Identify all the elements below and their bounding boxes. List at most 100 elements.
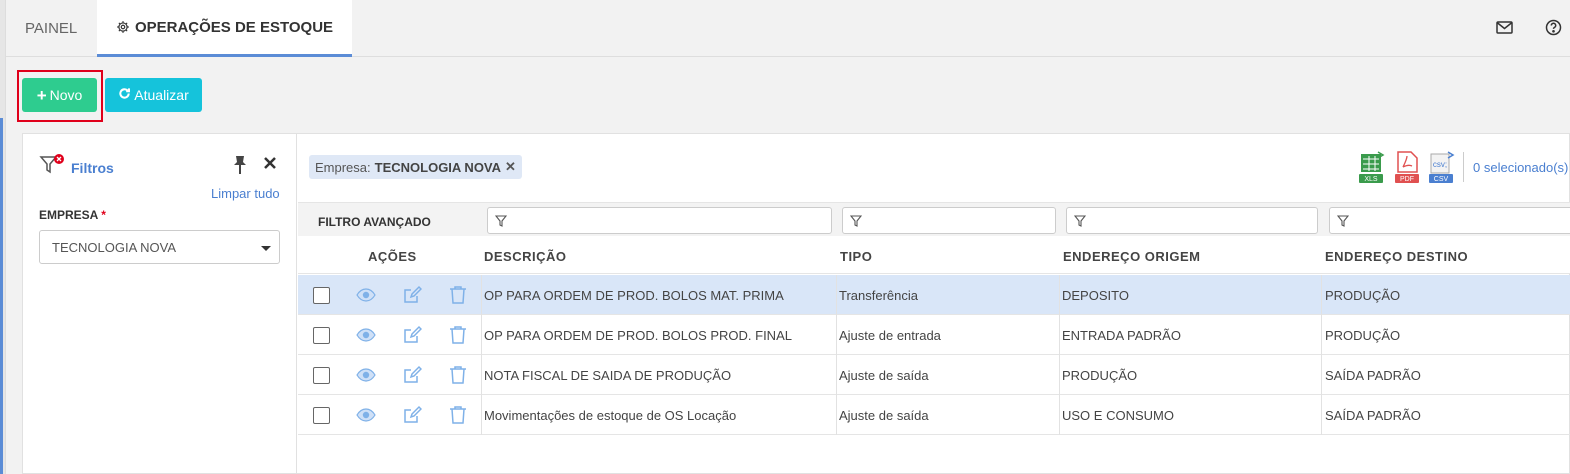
view-icon[interactable] bbox=[356, 365, 376, 385]
delete-icon[interactable] bbox=[448, 285, 468, 305]
delete-icon[interactable] bbox=[448, 405, 468, 425]
tab-operacoes-estoque[interactable]: OPERAÇÕES DE ESTOQUE bbox=[97, 0, 352, 57]
pin-icon[interactable] bbox=[231, 155, 249, 178]
cell-divider bbox=[1059, 395, 1060, 435]
view-icon[interactable] bbox=[356, 325, 376, 345]
cell-descricao: OP PARA ORDEM DE PROD. BOLOS MAT. PRIMA bbox=[484, 287, 784, 303]
cell-divider bbox=[836, 275, 837, 315]
empresa-select[interactable]: TECNOLOGIA NOVA bbox=[39, 230, 280, 264]
cell-destino: PRODUÇÃO bbox=[1325, 287, 1401, 303]
main-panel: Filtros Limpar tudo EMPRESA * TECNOLOGIA… bbox=[22, 133, 1570, 474]
tab-operacoes-label: OPERAÇÕES DE ESTOQUE bbox=[134, 18, 334, 36]
cell-divider bbox=[1059, 355, 1060, 395]
col-descricao[interactable]: DESCRIÇÃO bbox=[484, 249, 567, 264]
delete-icon[interactable] bbox=[448, 365, 468, 385]
xls-text: XLS bbox=[1364, 176, 1378, 183]
col-destino[interactable]: ENDEREÇO DESTINO bbox=[1325, 249, 1468, 264]
advanced-filter-label: FILTRO AVANÇADO bbox=[318, 215, 431, 229]
chevron-down-icon bbox=[261, 246, 271, 251]
cell-origem: ENTRADA PADRÃO bbox=[1062, 327, 1181, 343]
help-icon[interactable] bbox=[1543, 17, 1563, 37]
cell-destino: PRODUÇÃO bbox=[1325, 327, 1401, 343]
col-acoes: AÇÕES bbox=[368, 249, 417, 264]
tab-bar: PAINEL OPERAÇÕES DE ESTOQUE bbox=[6, 0, 1570, 57]
svg-text:csv;: csv; bbox=[1433, 160, 1447, 169]
cell-divider bbox=[1059, 315, 1060, 355]
filter-icon bbox=[1337, 215, 1349, 227]
empresa-select-value: TECNOLOGIA NOVA bbox=[52, 239, 177, 255]
cell-divider bbox=[1321, 275, 1322, 315]
filter-clear-icon[interactable] bbox=[39, 154, 65, 179]
export-divider bbox=[1463, 152, 1464, 182]
required-mark: * bbox=[101, 208, 106, 222]
csv-text: CSV bbox=[1434, 176, 1449, 183]
filter-icon bbox=[495, 215, 507, 227]
atualizar-button[interactable]: Atualizar bbox=[105, 78, 202, 112]
cell-divider bbox=[1321, 395, 1322, 435]
mail-icon[interactable] bbox=[1494, 17, 1514, 37]
cell-origem: DEPOSITO bbox=[1062, 287, 1129, 303]
cell-tipo: Transferência bbox=[839, 287, 918, 303]
descricao-filter-input[interactable] bbox=[487, 207, 832, 234]
chip-value: TECNOLOGIA NOVA bbox=[374, 159, 502, 175]
cell-divider bbox=[481, 315, 482, 355]
cell-destino: SAÍDA PADRÃO bbox=[1325, 367, 1421, 383]
table-row[interactable]: OP PARA ORDEM DE PROD. BOLOS PROD. FINAL… bbox=[298, 315, 1570, 355]
row-checkbox[interactable] bbox=[313, 287, 330, 304]
chip-remove-icon[interactable]: ✕ bbox=[505, 159, 516, 175]
atualizar-label: Atualizar bbox=[134, 87, 189, 103]
cell-divider bbox=[481, 395, 482, 435]
close-filters-icon[interactable] bbox=[263, 156, 277, 173]
pdf-text: PDF bbox=[1400, 176, 1414, 183]
destino-filter-input[interactable] bbox=[1329, 207, 1570, 234]
cell-tipo: Ajuste de entrada bbox=[839, 327, 941, 343]
row-checkbox[interactable] bbox=[313, 327, 330, 344]
highlight-box bbox=[17, 70, 103, 122]
edit-icon[interactable] bbox=[402, 405, 423, 425]
delete-icon[interactable] bbox=[448, 325, 468, 345]
empresa-label-text: EMPRESA bbox=[39, 208, 98, 222]
edit-icon[interactable] bbox=[402, 285, 423, 305]
view-icon[interactable] bbox=[356, 285, 376, 305]
table-header: AÇÕES DESCRIÇÃO TIPO ENDEREÇO ORIGEM END… bbox=[298, 236, 1570, 274]
content-area: Empresa: TECNOLOGIA NOVA ✕ XLS PDF csv; C… bbox=[298, 134, 1570, 474]
cell-divider bbox=[481, 355, 482, 395]
cell-tipo: Ajuste de saída bbox=[839, 367, 929, 383]
table-row[interactable]: NOTA FISCAL DE SAIDA DE PRODUÇÃO Ajuste … bbox=[298, 355, 1570, 395]
filter-chip[interactable]: Empresa: TECNOLOGIA NOVA ✕ bbox=[309, 155, 522, 179]
col-tipo[interactable]: TIPO bbox=[840, 249, 872, 264]
filters-sidebar: Filtros Limpar tudo EMPRESA * TECNOLOGIA… bbox=[23, 134, 297, 474]
cell-divider bbox=[1059, 275, 1060, 315]
cell-destino: SAÍDA PADRÃO bbox=[1325, 407, 1421, 423]
cell-divider bbox=[1321, 355, 1322, 395]
cell-tipo: Ajuste de saída bbox=[839, 407, 929, 423]
edit-icon[interactable] bbox=[402, 365, 423, 385]
left-edge-accent bbox=[0, 118, 3, 474]
cell-divider bbox=[481, 275, 482, 315]
edit-icon[interactable] bbox=[402, 325, 423, 345]
advanced-filter-row: FILTRO AVANÇADO bbox=[298, 202, 1570, 236]
clear-all-link[interactable]: Limpar tudo bbox=[211, 186, 280, 201]
row-checkbox[interactable] bbox=[313, 407, 330, 424]
tab-painel[interactable]: PAINEL bbox=[25, 0, 77, 57]
cell-origem: PRODUÇÃO bbox=[1062, 367, 1138, 383]
cell-descricao: OP PARA ORDEM DE PROD. BOLOS PROD. FINAL bbox=[484, 327, 792, 343]
export-csv-icon[interactable]: csv; CSV bbox=[1428, 150, 1456, 184]
table-row[interactable]: Movimentações de estoque de OS Locação A… bbox=[298, 395, 1570, 435]
selected-count: 0 selecionado(s) bbox=[1473, 160, 1569, 175]
origem-filter-input[interactable] bbox=[1066, 207, 1318, 234]
export-xls-icon[interactable]: XLS bbox=[1358, 150, 1386, 184]
gear-icon bbox=[116, 20, 130, 34]
tipo-filter-input[interactable] bbox=[842, 207, 1056, 234]
filter-icon bbox=[1074, 215, 1086, 227]
filter-icon bbox=[850, 215, 862, 227]
chip-label: Empresa: bbox=[315, 159, 371, 175]
table-row[interactable]: OP PARA ORDEM DE PROD. BOLOS MAT. PRIMA … bbox=[298, 275, 1570, 315]
col-origem[interactable]: ENDEREÇO ORIGEM bbox=[1063, 249, 1201, 264]
row-checkbox[interactable] bbox=[313, 367, 330, 384]
cell-divider bbox=[836, 315, 837, 355]
refresh-icon bbox=[118, 87, 131, 103]
filters-title: Filtros bbox=[71, 160, 114, 176]
export-pdf-icon[interactable]: PDF bbox=[1394, 150, 1422, 184]
view-icon[interactable] bbox=[356, 405, 376, 425]
